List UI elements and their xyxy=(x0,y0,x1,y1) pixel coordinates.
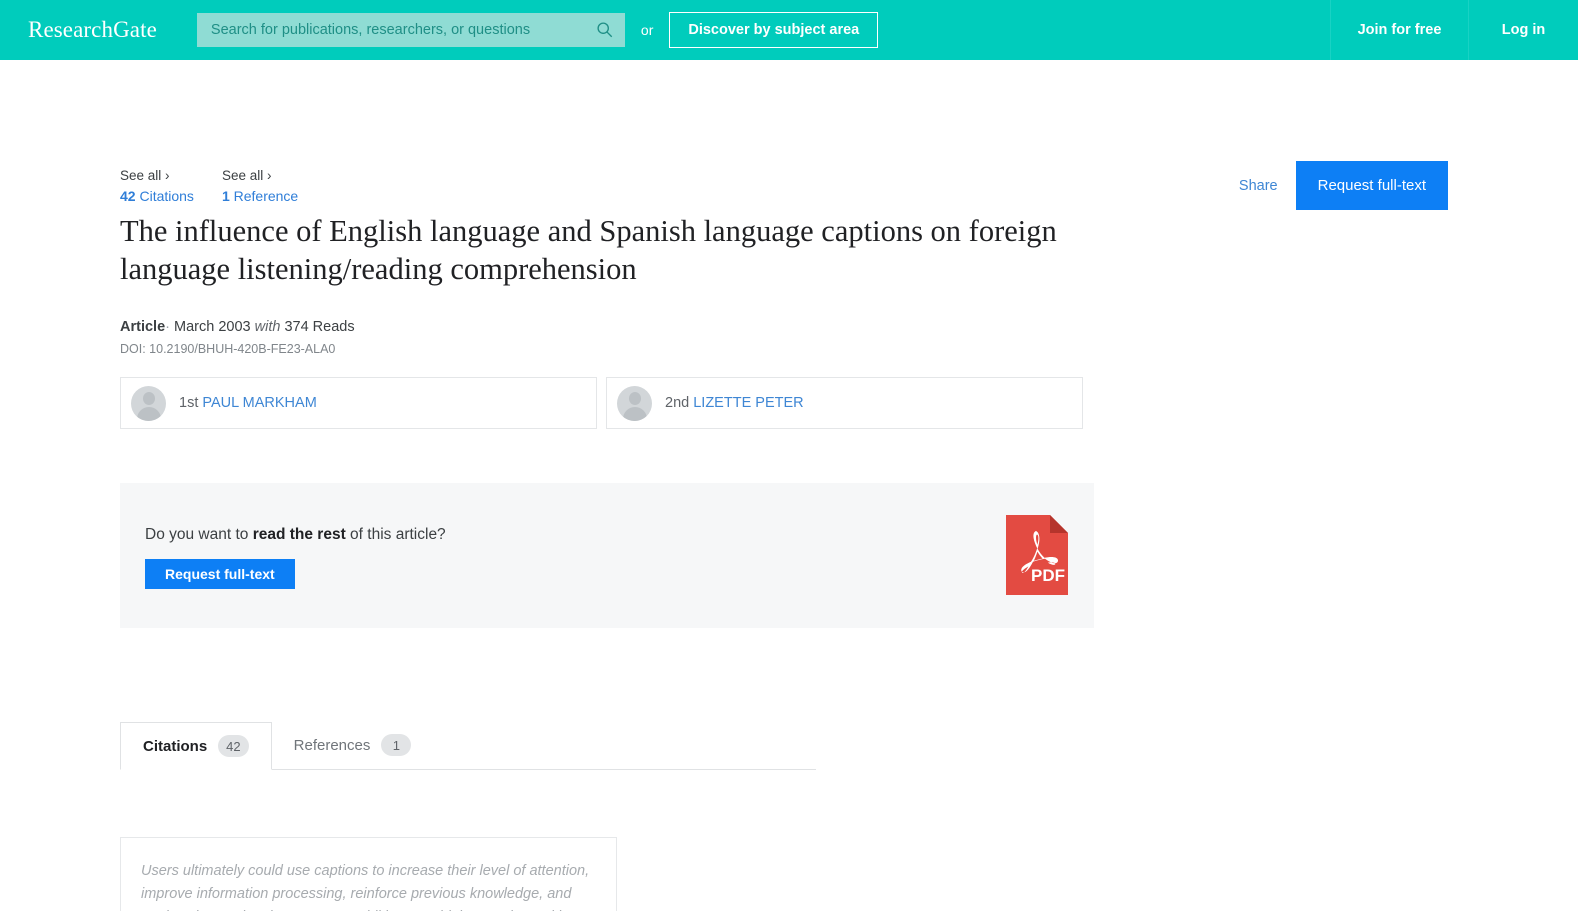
header-right-links: Join for free Log in xyxy=(1330,0,1578,60)
references-stat[interactable]: See all › 1 Reference xyxy=(222,166,298,206)
researchgate-logo[interactable]: ResearchGate xyxy=(28,17,157,43)
pdf-icon-label: PDF xyxy=(1031,566,1065,585)
doi-text: DOI: 10.2190/BHUH-420B-FE23-ALA0 xyxy=(120,342,336,356)
citations-stat[interactable]: See all › 42 Citations xyxy=(120,166,194,206)
request-full-text-button-promo[interactable]: Request full-text xyxy=(145,559,295,589)
read-the-rest-promo: Do you want to read the rest of this art… xyxy=(120,483,1094,628)
share-button[interactable]: Share xyxy=(1239,178,1278,194)
author-card-2[interactable]: 2nd LIZETTE PETER xyxy=(606,377,1083,429)
publication-date: March 2003 xyxy=(174,319,251,335)
tab-citations-badge: 42 xyxy=(218,735,249,757)
references-see-all-link[interactable]: See all › xyxy=(222,166,298,186)
author-1-order: 1st xyxy=(179,395,199,411)
tab-references-badge: 1 xyxy=(381,734,412,756)
citation-quote-card[interactable]: Users ultimately could use captions to i… xyxy=(120,837,617,911)
author-1-name[interactable]: PAUL MARKHAM xyxy=(202,395,316,411)
author-2-text: 2nd LIZETTE PETER xyxy=(665,395,804,411)
author-2-order: 2nd xyxy=(665,395,690,411)
references-count: 1 xyxy=(221,187,230,204)
or-label: or xyxy=(640,22,654,38)
citations-see-all-link[interactable]: See all › xyxy=(120,166,194,186)
quote-text-before: Users ultimately could use captions to i… xyxy=(141,863,590,911)
reads-count: 374 Reads xyxy=(284,319,355,335)
discover-by-subject-area-button[interactable]: Discover by subject area xyxy=(669,12,879,48)
tab-references-label: References xyxy=(293,736,371,754)
join-for-free-button[interactable]: Join for free xyxy=(1330,0,1468,60)
promo-question-bold: read the rest xyxy=(252,526,346,543)
with-label: with xyxy=(254,319,281,335)
author-card-1[interactable]: 1st PAUL MARKHAM xyxy=(120,377,597,429)
citations-count: 42 xyxy=(120,187,136,204)
citation-quote-text: Users ultimately could use captions to i… xyxy=(141,860,596,911)
content-tabs: Citations 42 References 1 xyxy=(120,722,816,770)
pdf-file-icon: PDF xyxy=(1006,515,1068,595)
tab-citations[interactable]: Citations 42 xyxy=(120,722,272,770)
site-header: ResearchGate or Discover by subject area… xyxy=(0,0,1578,60)
page-actions: Share Request full-text xyxy=(1239,161,1448,210)
person-avatar-icon xyxy=(131,385,166,421)
publication-meta: Article· March 2003 with 374 Reads xyxy=(120,319,355,335)
citations-count-link[interactable]: 42 Citations xyxy=(120,186,194,206)
references-count-link[interactable]: 1 Reference xyxy=(222,186,298,206)
citations-label: Citations xyxy=(135,187,194,204)
authors-list: 1st PAUL MARKHAM 2nd LIZETTE PETER xyxy=(120,377,1083,429)
meta-separator: · xyxy=(165,319,170,335)
promo-question-post: of this article? xyxy=(345,526,446,543)
person-avatar-icon xyxy=(617,385,652,421)
promo-question: Do you want to read the rest of this art… xyxy=(145,526,446,544)
search-box[interactable] xyxy=(196,13,625,47)
author-2-name[interactable]: LIZETTE PETER xyxy=(693,395,803,411)
log-in-button[interactable]: Log in xyxy=(1468,0,1578,60)
page-title: The influence of English language and Sp… xyxy=(120,214,1057,287)
references-label: Reference xyxy=(229,187,299,204)
request-full-text-button-top[interactable]: Request full-text xyxy=(1295,161,1448,210)
tab-citations-label: Citations xyxy=(143,737,208,755)
tab-references[interactable]: References 1 xyxy=(272,721,434,769)
publication-type: Article xyxy=(120,319,166,335)
author-1-text: 1st PAUL MARKHAM xyxy=(179,395,317,411)
search-input[interactable] xyxy=(196,13,625,47)
stats-row: See all › 42 Citations See all › 1 Refer… xyxy=(120,166,298,206)
promo-question-pre: Do you want to xyxy=(145,526,253,543)
